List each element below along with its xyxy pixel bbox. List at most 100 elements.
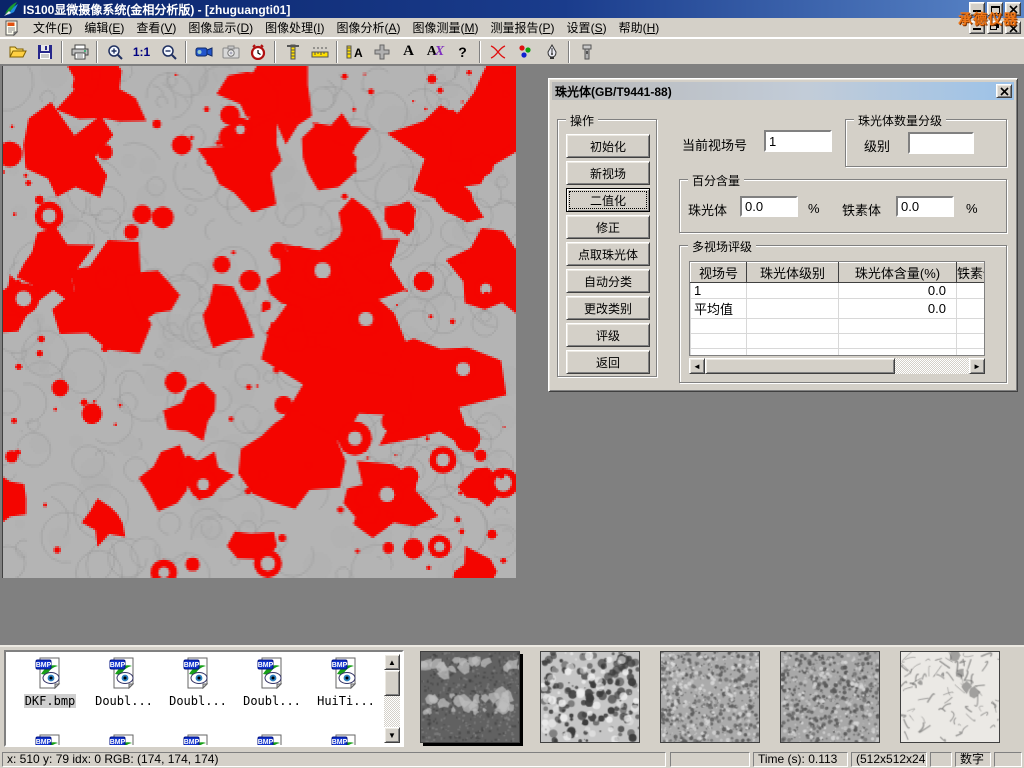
table-row [691, 319, 986, 334]
binarize-button[interactable]: 二值化 [566, 188, 650, 212]
col-ferrite-percent[interactable]: 铁素体含量(%) [957, 263, 986, 283]
bmp-file-icon: BMP [256, 657, 288, 689]
pick-pearlite-button[interactable]: 点取珠光体 [566, 242, 650, 266]
menu-help[interactable]: 帮助(H) [613, 17, 666, 38]
grade-button[interactable]: 评级 [566, 323, 650, 347]
menu-report[interactable]: 测量报告(P) [485, 17, 561, 38]
scroll-right-icon[interactable]: ► [969, 358, 985, 374]
svg-text:BMP: BMP [258, 739, 274, 746]
file-item[interactable]: BMP [310, 734, 382, 747]
print-button[interactable] [66, 40, 93, 64]
menu-view[interactable]: 查看(V) [130, 17, 182, 38]
flashlight-icon [581, 44, 593, 60]
svg-text:BMP: BMP [258, 662, 274, 669]
menu-settings[interactable]: 设置(S) [561, 17, 613, 38]
grade-input[interactable] [908, 132, 974, 154]
file-item[interactable]: BMPDoubl... [88, 657, 160, 708]
bmp-file-icon: BMP [34, 734, 66, 747]
scroll-left-icon[interactable]: ◄ [689, 358, 705, 374]
toolbar-separator [336, 41, 338, 63]
ferrite-label: 铁素体 [842, 200, 881, 219]
rgb-dots-icon [517, 44, 533, 60]
video-camera-icon [195, 45, 213, 59]
table-row[interactable]: 10.0 [691, 283, 986, 299]
file-item[interactable]: BMPDoubl... [236, 657, 308, 708]
dialog-title-bar[interactable]: 珠光体(GB/T9441-88) [552, 82, 1014, 100]
capture-button[interactable] [217, 40, 244, 64]
menu-image-process[interactable]: 图像处理(I) [259, 17, 330, 38]
timer-button[interactable] [244, 40, 271, 64]
change-class-button[interactable]: 更改类别 [566, 296, 650, 320]
grade-label: 级别 [864, 136, 890, 155]
pearlite-percent-input[interactable] [740, 196, 798, 217]
thumbnail-2[interactable] [540, 651, 640, 743]
file-item[interactable]: BMP [236, 734, 308, 747]
curve-tool-button[interactable] [484, 40, 511, 64]
bmp-file-icon: BMP [256, 734, 288, 747]
current-field-input[interactable] [764, 130, 832, 152]
auto-classify-button[interactable]: 自动分类 [566, 269, 650, 293]
return-button[interactable]: 返回 [566, 350, 650, 374]
zoom-out-button[interactable] [155, 40, 182, 64]
table-row[interactable]: 平均值0.0 [691, 299, 986, 319]
merge-button[interactable] [368, 40, 395, 64]
mode-status: 数字 [955, 752, 991, 767]
file-item[interactable]: BMPHuiTi... [310, 657, 382, 708]
dialog-close-button[interactable] [996, 84, 1012, 98]
file-browser[interactable]: BMPDKF.bmp BMPDoubl... BMPDoubl... BMPDo… [4, 650, 404, 747]
save-button[interactable] [31, 40, 58, 64]
tool-bar: 1:1 A A AX ? [0, 38, 1024, 65]
current-field-label: 当前视场号 [682, 135, 747, 154]
printer-icon [71, 44, 89, 60]
bmp-file-icon: BMP [108, 657, 140, 689]
col-pearlite-grade[interactable]: 珠光体级别 [747, 263, 839, 283]
brush-tool-button[interactable] [573, 40, 600, 64]
svg-text:BMP: BMP [184, 662, 200, 669]
menu-image-analysis[interactable]: 图像分析(A) [330, 17, 406, 38]
open-file-button[interactable] [4, 40, 31, 64]
menu-image-display[interactable]: 图像显示(D) [182, 17, 259, 38]
annotate-measure-button[interactable]: A [341, 40, 368, 64]
text-button[interactable]: A [395, 40, 422, 64]
new-field-button[interactable]: 新视场 [566, 161, 650, 185]
menu-edit[interactable]: 编辑(E) [78, 17, 130, 38]
menu-file[interactable]: 文件(F) [27, 17, 78, 38]
menu-image-measure[interactable]: 图像测量(M) [407, 17, 485, 38]
file-list-scrollbar[interactable]: ▲ ▼ [384, 654, 400, 743]
help-button[interactable]: ? [449, 40, 476, 64]
rating-table[interactable]: 视场号 珠光体级别 珠光体含量(%) 铁素体含量(%) 10.0 平均值0.0 [689, 261, 985, 356]
correct-button[interactable]: 修正 [566, 215, 650, 239]
file-item[interactable]: BMP [88, 734, 160, 747]
thumbnail-4[interactable] [780, 651, 880, 743]
col-field-number[interactable]: 视场号 [691, 263, 747, 283]
file-item[interactable]: BMPDKF.bmp [14, 657, 86, 708]
classify-button[interactable] [511, 40, 538, 64]
file-item[interactable]: BMPDoubl... [162, 657, 234, 708]
zoom-in-button[interactable] [101, 40, 128, 64]
ferrite-percent-input[interactable] [896, 196, 954, 217]
text-style-button[interactable]: AX [422, 40, 449, 64]
measure-vertical-button[interactable] [279, 40, 306, 64]
scroll-up-icon[interactable]: ▲ [384, 654, 400, 670]
scroll-down-icon[interactable]: ▼ [384, 727, 400, 743]
scrollbar-thumb[interactable] [384, 670, 400, 696]
metallograph-image[interactable] [2, 66, 516, 578]
col-pearlite-percent[interactable]: 珠光体含量(%) [839, 263, 957, 283]
thumbnail-3[interactable] [660, 651, 760, 743]
vendor-watermark: 承德仪器 [958, 9, 1018, 29]
pen-tool-button[interactable] [538, 40, 565, 64]
gray-cross-icon [374, 44, 390, 60]
scrollbar-thumb[interactable] [705, 358, 895, 374]
thumbnail-1[interactable] [420, 651, 520, 743]
actual-size-button[interactable]: 1:1 [128, 40, 155, 64]
thumbnail-5[interactable] [900, 651, 1000, 743]
bmp-file-icon: BMP [330, 734, 362, 747]
table-horizontal-scrollbar[interactable]: ◄ ► [689, 358, 985, 374]
alarm-clock-icon [250, 44, 266, 60]
file-item[interactable]: BMP [14, 734, 86, 747]
file-item[interactable]: BMP [162, 734, 234, 747]
title-bar: IS100显微摄像系统(金相分析版) - [zhuguangti01] [0, 0, 1024, 18]
measure-horizontal-button[interactable] [306, 40, 333, 64]
initialize-button[interactable]: 初始化 [566, 134, 650, 158]
live-video-button[interactable] [190, 40, 217, 64]
